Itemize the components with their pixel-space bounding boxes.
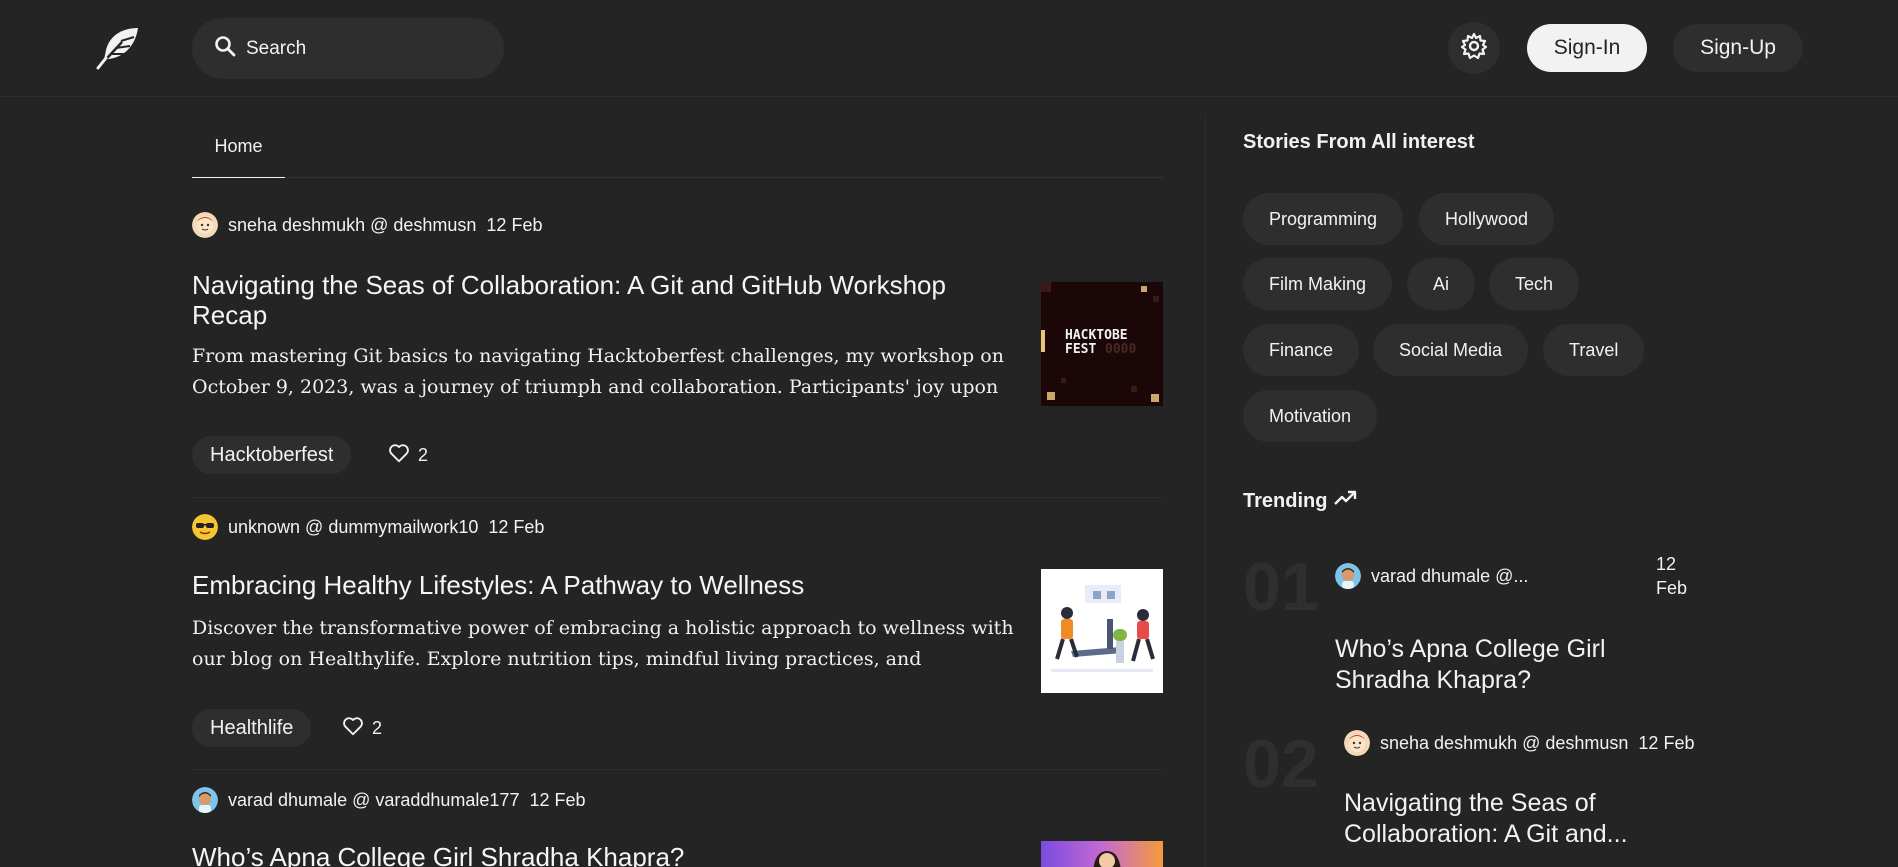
article-divider [192,497,1163,498]
avatar [1335,563,1361,589]
feather-icon[interactable] [94,24,142,72]
heart-icon [388,442,418,469]
tab-home[interactable]: Home [192,115,285,178]
trending-meta: sneha deshmukh @ deshmusn 12 Feb [1344,730,1694,756]
chip-hollywood[interactable]: Hollywood [1419,193,1555,245]
thumb-text: FEST [1065,342,1096,357]
article-thumbnail[interactable]: HACKTOBE FEST 0000 [1041,282,1163,406]
chip-ai[interactable]: Ai [1407,258,1476,310]
author-name[interactable]: unknown @ dummymailwork10 [228,517,478,538]
chip-travel[interactable]: Travel [1543,324,1645,376]
gear-icon [1460,32,1488,65]
post-date: 12 Feb [529,789,586,810]
article-title[interactable]: Who’s Apna College Girl Shradha Khapra? [192,842,1022,867]
sign-in-button[interactable]: Sign-In [1527,24,1647,72]
tag-chip[interactable]: Hacktoberfest [192,436,352,474]
like-count: 2 [372,717,383,738]
trending-meta: varad dhumale @... [1335,563,1528,589]
chip-finance[interactable]: Finance [1243,324,1360,376]
interests-heading: Stories From All interest [1243,131,1475,153]
trending-rank: 01 [1243,549,1319,625]
article-card[interactable]: unknown @ dummymailwork10 12 Feb Embraci… [192,513,1163,770]
article-thumbnail[interactable] [1041,569,1163,693]
article-excerpt[interactable]: Discover the transformative power of emb… [192,613,1022,675]
chip-motivation[interactable]: Motivation [1243,390,1378,442]
article-meta: sneha deshmukh @ deshmusn 12 Feb [192,211,542,239]
chip-tech[interactable]: Tech [1489,258,1580,310]
heart-icon [342,715,372,742]
thumb-text: HACKTOBE [1065,328,1128,343]
avatar [192,787,218,813]
search-icon [214,35,236,62]
post-date: 12 Feb [1638,732,1695,753]
article-card[interactable]: sneha deshmukh @ deshmusn 12 Feb Navigat… [192,211,1163,498]
avatar [192,514,218,540]
article-divider [192,769,1163,770]
like-count: 2 [418,444,429,465]
avatar [192,212,218,238]
navbar: Sign-In Sign-Up [0,0,1898,97]
chip-programming[interactable]: Programming [1243,193,1404,245]
search-bar[interactable] [192,18,504,79]
post-date: 12 Feb [488,516,545,537]
tag-chip[interactable]: Healthlife [192,709,312,747]
article-title[interactable]: Navigating the Seas of Collaboration: A … [192,270,1022,330]
trending-label: Trending [1243,489,1328,512]
search-input[interactable] [246,37,486,60]
vertical-divider [1205,115,1206,867]
chip-social-media[interactable]: Social Media [1373,324,1529,376]
trending-rank: 02 [1243,726,1319,802]
trending-up-icon [1327,488,1357,514]
trending-title[interactable]: Who’s Apna College Girl Shradha Khapra? [1335,634,1695,696]
chip-film-making[interactable]: Film Making [1243,258,1393,310]
post-date: 12 Feb [486,214,543,235]
feed-tabs: Home [192,115,1163,178]
article-thumbnail[interactable] [1041,841,1163,867]
sign-up-button[interactable]: Sign-Up [1673,24,1803,72]
author-name[interactable]: sneha deshmukh @ deshmusn [1380,733,1628,754]
article-meta: varad dhumale @ varaddhumale177 12 Feb [192,786,586,814]
article-title[interactable]: Embracing Healthy Lifestyles: A Pathway … [192,570,1022,600]
author-name[interactable]: varad dhumale @ varaddhumale177 [228,790,519,811]
theme-toggle-button[interactable] [1448,22,1500,74]
svg-text:0000: 0000 [1105,342,1136,357]
like-button[interactable]: 2 [342,709,382,747]
trending-title[interactable]: Navigating the Seas of Collaboration: A … [1344,788,1704,850]
article-meta: unknown @ dummymailwork10 12 Feb [192,513,544,541]
post-date: 12 Feb [1656,554,1688,598]
like-button[interactable]: 2 [388,436,428,474]
author-name[interactable]: sneha deshmukh @ deshmusn [228,215,476,236]
avatar [1344,730,1370,756]
author-name[interactable]: varad dhumale @... [1371,566,1528,587]
article-card[interactable]: varad dhumale @ varaddhumale177 12 Feb W… [192,786,1163,867]
article-excerpt[interactable]: From mastering Git basics to navigating … [192,341,1022,403]
trending-heading: Trending [1243,488,1357,514]
